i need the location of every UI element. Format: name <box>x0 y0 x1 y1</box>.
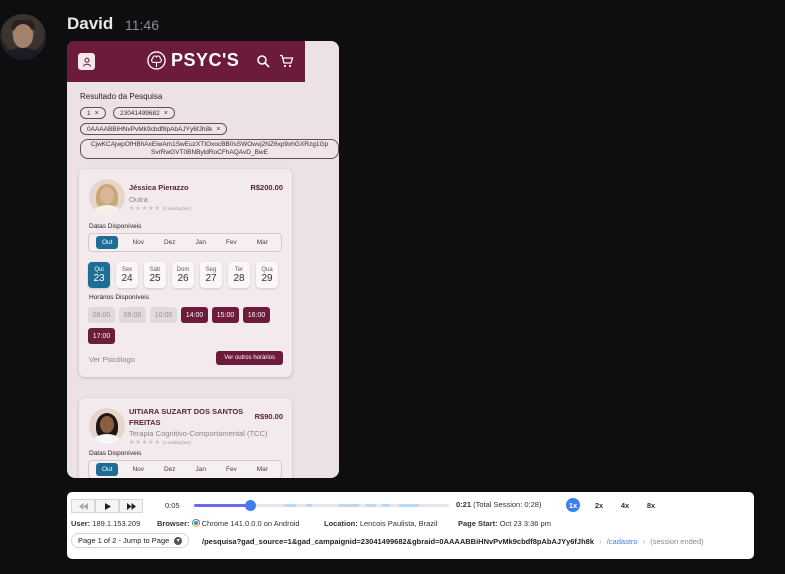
path-separator: › <box>642 537 646 546</box>
path-separator: › <box>599 537 602 546</box>
logo-text: PSYC'S <box>171 50 240 70</box>
page-path-trail: /pesquisa?gad_source=1&gad_campaignid=23… <box>202 537 704 546</box>
time-slot-unavailable: 09:00 <box>119 307 146 323</box>
brain-logo-icon <box>147 51 166 70</box>
cart-icon[interactable] <box>279 54 294 68</box>
psychologist-card: Jéssica Pierazzo R$200.00 Outra ★★★★★ (0 … <box>79 169 292 377</box>
day-option[interactable]: Sex 24 <box>116 262 138 288</box>
remove-filter-icon[interactable]: × <box>216 126 220 133</box>
user-icon <box>82 57 91 67</box>
day-option[interactable]: Seg 27 <box>200 262 222 288</box>
rating-stars: ★★★★★ (0 avaliações) <box>129 440 191 446</box>
app-header: PSYC'S <box>67 41 305 82</box>
profile-button[interactable] <box>78 53 95 70</box>
session-ended-label: (session ended) <box>650 537 704 546</box>
day-selector: Qui 23 Sex 24 Sáb 25 Dom 26 Seg 27 Ter 28 Qua 2… <box>88 262 288 288</box>
message-author[interactable]: David <box>67 14 113 34</box>
psychologist-specialty: Outra <box>129 195 148 204</box>
speed-1x-button[interactable]: 1x <box>566 498 580 512</box>
month-selector: Out Nov Dez Jan Fev Mar <box>88 460 282 478</box>
page-jump-dropdown[interactable]: Page 1 of 2 - Jump to Page ▾ <box>71 533 190 548</box>
month-tab[interactable]: Mar <box>251 236 274 249</box>
month-tab[interactable]: Out <box>95 236 119 249</box>
month-tab[interactable]: Nov <box>126 236 150 249</box>
next-page-link[interactable]: /cadastro <box>607 537 638 546</box>
psychologist-price: R$90.00 <box>254 412 283 421</box>
remove-filter-icon[interactable]: × <box>95 110 99 117</box>
day-option[interactable]: Sáb 25 <box>144 262 166 288</box>
progress-slider[interactable] <box>194 500 449 511</box>
dates-label: Datas Disponíveis <box>89 450 142 457</box>
day-option[interactable]: Dom 26 <box>172 262 194 288</box>
results-title: Resultado da Pesquisa <box>80 92 163 101</box>
filter-chip[interactable]: CjwKCAjwpOfHBhAxEiwAm1SwEuzXTIOxocBB0sSW… <box>80 139 339 159</box>
play-button[interactable] <box>95 499 119 513</box>
avatar[interactable] <box>0 14 46 60</box>
psychologist-photo[interactable] <box>89 179 125 215</box>
month-selector: Out Nov Dez Jan Fev Mar <box>88 233 282 252</box>
psychologist-specialty: Terapia Cognitivo-Comportamental (TCC) <box>129 429 268 438</box>
day-option[interactable]: Qui 23 <box>88 262 110 288</box>
month-tab[interactable]: Jan <box>190 236 212 249</box>
month-tab[interactable]: Dez <box>158 236 182 249</box>
psychologist-photo[interactable] <box>89 408 125 444</box>
time-slot[interactable]: 14:00 <box>181 307 208 323</box>
current-page-path: /pesquisa?gad_source=1&gad_campaignid=23… <box>202 537 595 546</box>
location-info: Location: Lencois Paulista, Brazil <box>324 519 438 528</box>
time-slot-unavailable: 10:00 <box>150 307 177 323</box>
month-tab[interactable]: Jan <box>190 463 212 476</box>
time-slot[interactable]: 17:00 <box>88 328 115 344</box>
day-option[interactable]: Qua 29 <box>256 262 278 288</box>
rewind-icon <box>78 502 88 510</box>
chevron-down-icon: ▾ <box>174 536 183 545</box>
rating-stars: ★★★★★ (0 avaliações) <box>129 206 191 212</box>
session-player: 0:05 0:21 (Total Session: 0:28) 1x 2x 4x… <box>67 492 754 559</box>
speed-4x-button[interactable]: 4x <box>618 498 632 512</box>
filter-chip[interactable]: 1 × <box>80 107 106 119</box>
search-icon[interactable] <box>256 54 270 68</box>
view-psychologist-link[interactable]: Ver Psicólogo <box>89 355 135 364</box>
psychologist-name[interactable]: Jéssica Pierazzo <box>129 183 189 192</box>
session-recording-viewport: PSYC'S Resultado da Pesquisa 1 × 23041499… <box>67 41 339 478</box>
chrome-icon <box>191 519 200 527</box>
dates-label: Datas Disponíveis <box>89 223 142 230</box>
month-tab[interactable]: Out <box>95 463 119 476</box>
psychologist-price: R$200.00 <box>250 183 283 192</box>
filter-chip[interactable]: 0AAAABBiHNvPvMk9cbdf8pAbAJYy6fJh8k × <box>80 123 228 135</box>
page-start-info: Page Start: Oct 23 3:36 pm <box>458 519 551 528</box>
other-times-button[interactable]: Ver outros horários <box>216 351 283 365</box>
fast-forward-icon <box>126 502 136 510</box>
message-timestamp: 11:46 <box>125 17 159 33</box>
current-time: 0:05 <box>165 501 180 510</box>
logo[interactable]: PSYC'S <box>146 50 239 71</box>
time-slot[interactable]: 15:00 <box>212 307 239 323</box>
fast-forward-button[interactable] <box>119 499 143 513</box>
times-label: Horários Disponíveis <box>89 294 149 301</box>
speed-2x-button[interactable]: 2x <box>592 498 606 512</box>
day-option[interactable]: Ter 28 <box>228 262 250 288</box>
psychologist-name[interactable]: UITIARA SUZART DOS SANTOS FREITAS <box>129 406 253 428</box>
time-slot-unavailable: 08:00 <box>88 307 115 323</box>
time-selector: 08:00 09:00 10:00 14:00 15:00 16:00 17:0… <box>88 307 288 344</box>
psychologist-card: UITIARA SUZART DOS SANTOS FREITAS R$90.0… <box>79 398 292 478</box>
speed-8x-button[interactable]: 8x <box>644 498 658 512</box>
end-time: 0:21 (Total Session: 0:28) <box>456 500 542 509</box>
month-tab[interactable]: Fev <box>220 236 243 249</box>
remove-filter-icon[interactable]: × <box>164 110 168 117</box>
browser-info: Browser: Chrome 141.0.0.0 on Android <box>157 519 300 528</box>
month-tab[interactable]: Nov <box>126 463 150 476</box>
play-icon <box>104 502 111 510</box>
rewind-button[interactable] <box>71 499 95 513</box>
month-tab[interactable]: Fev <box>220 463 243 476</box>
user-info: User: 189.1.153.209 <box>71 519 141 528</box>
month-tab[interactable]: Dez <box>158 463 182 476</box>
month-tab[interactable]: Mar <box>251 463 274 476</box>
filter-chip[interactable]: 23041499682 × <box>113 107 175 119</box>
progress-handle[interactable] <box>245 500 257 511</box>
time-slot[interactable]: 16:00 <box>243 307 270 323</box>
